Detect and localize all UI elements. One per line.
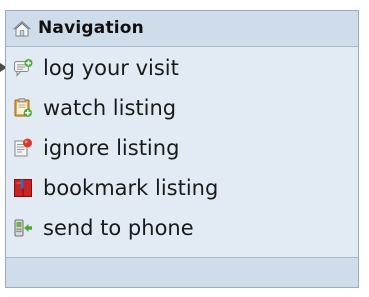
- nav-item-ignore-listing[interactable]: ignore listing: [6, 128, 358, 168]
- navigation-panel: Navigation log your visit watch listing …: [5, 10, 359, 288]
- nav-item-label: watch listing: [43, 96, 177, 120]
- nav-item-watch-listing[interactable]: watch listing: [6, 88, 358, 128]
- nav-item-bookmark-listing[interactable]: bookmark listing: [6, 168, 358, 208]
- nav-item-log-your-visit[interactable]: log your visit: [6, 48, 358, 88]
- nav-item-label: ignore listing: [43, 136, 180, 160]
- bookmark-icon: [14, 179, 32, 197]
- send-phone-icon: [14, 219, 32, 237]
- watch-listing-icon: [14, 98, 32, 117]
- nav-item-label: log your visit: [43, 56, 179, 80]
- nav-item-send-to-phone[interactable]: send to phone: [6, 208, 358, 248]
- ignore-listing-icon: [14, 138, 32, 157]
- navigation-title: Navigation: [38, 18, 144, 38]
- navigation-list: log your visit watch listing ignore list…: [6, 48, 358, 248]
- navigation-footer: [6, 257, 358, 287]
- log-visit-icon: [14, 59, 33, 77]
- nav-item-label: bookmark listing: [43, 176, 219, 200]
- navigation-header: Navigation: [6, 11, 358, 47]
- home-icon: [13, 20, 31, 37]
- nav-item-label: send to phone: [43, 216, 194, 240]
